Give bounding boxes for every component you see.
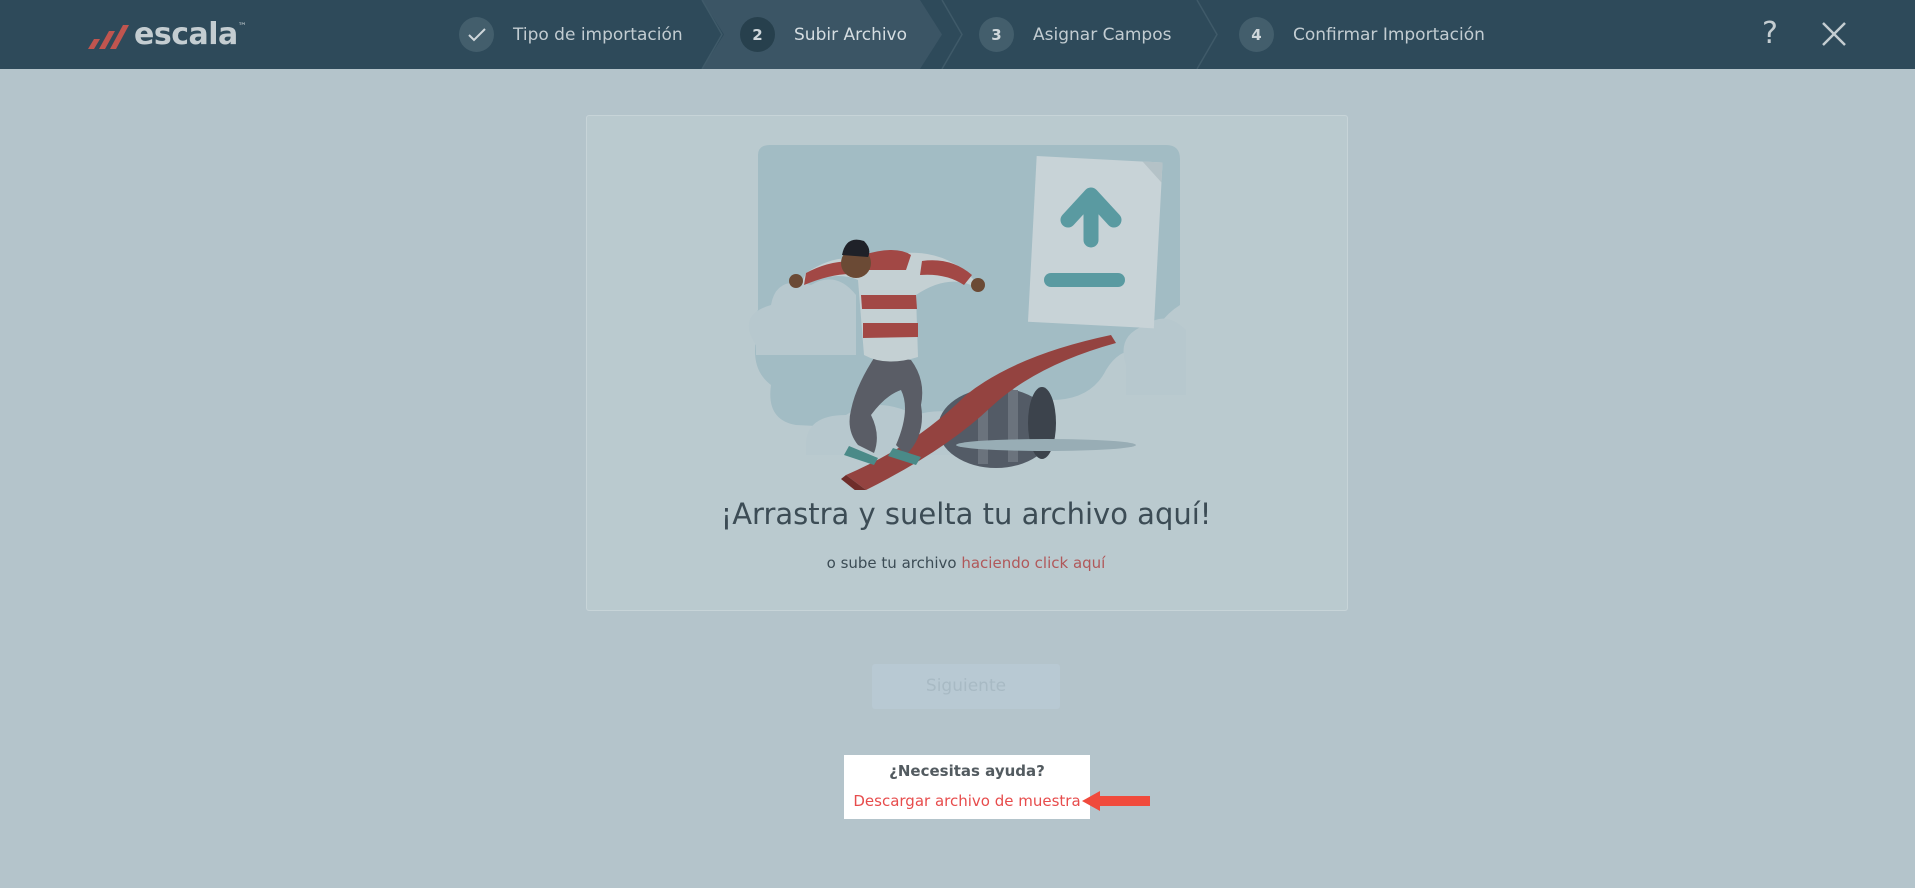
download-sample-link[interactable]: Descargar archivo de muestra <box>844 792 1090 810</box>
upload-illustration <box>748 145 1186 490</box>
step-import-type[interactable]: Tipo de importación <box>459 0 683 69</box>
help-icon[interactable]: ? <box>1755 14 1785 54</box>
help-title: ¿Necesitas ayuda? <box>889 762 1045 780</box>
help-box: ¿Necesitas ayuda? Descargar archivo de m… <box>844 755 1090 819</box>
top-bar: escala ™ Tipo de importación 2 Subir Arc… <box>0 0 1915 69</box>
step-separator <box>1196 0 1218 69</box>
step-assign-fields[interactable]: 3 Asignar Campos <box>979 0 1171 69</box>
subtitle-prefix: o sube tu archivo <box>826 554 957 572</box>
escala-logo: escala ™ <box>86 16 247 52</box>
step-separator <box>701 0 723 69</box>
upload-click-link[interactable]: haciendo click aquí <box>961 554 1105 572</box>
step-label: Asignar Campos <box>1033 24 1172 45</box>
step-confirm-import[interactable]: 4 Confirmar Importación <box>1239 0 1485 69</box>
drop-zone-subtitle: o sube tu archivo haciendo click aquí <box>586 554 1346 572</box>
drop-zone-title: ¡Arrastra y suelta tu archivo aquí! <box>720 497 1212 531</box>
step-label: Confirmar Importación <box>1293 24 1485 45</box>
checkmark-icon <box>459 17 494 52</box>
pointer-arrow-icon <box>1082 791 1150 811</box>
close-icon[interactable] <box>1819 19 1849 49</box>
logo-trademark: ™ <box>237 22 247 32</box>
step-label: Tipo de importación <box>513 24 683 45</box>
step-upload-file[interactable]: 2 Subir Archivo <box>740 0 907 69</box>
step-number: 3 <box>979 17 1014 52</box>
next-button[interactable]: Siguiente <box>872 664 1060 709</box>
logo-bars-icon <box>88 25 129 49</box>
step-separator <box>941 0 963 69</box>
step-number: 2 <box>740 17 775 52</box>
step-number: 4 <box>1239 17 1274 52</box>
step-label: Subir Archivo <box>794 24 908 45</box>
logo-text: escala <box>134 16 238 52</box>
